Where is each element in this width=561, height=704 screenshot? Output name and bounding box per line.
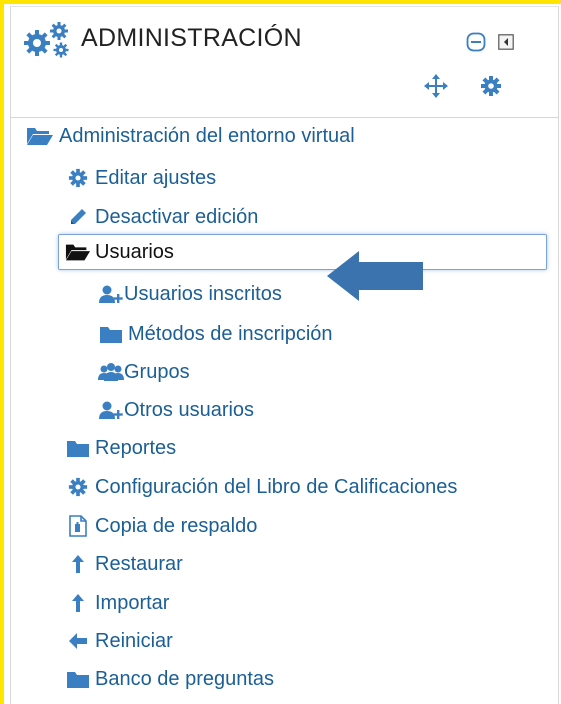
add-user-icon: [98, 283, 124, 305]
folder-open-icon: [65, 241, 91, 263]
block-header: ADMINISTRACIÓN: [11, 7, 558, 118]
menu-item-metodos-inscripcion[interactable]: Métodos de inscripción: [98, 318, 333, 350]
gear-icon: [65, 167, 91, 189]
gear-icon: [65, 476, 91, 498]
menu-item-desactivar-edicion[interactable]: Desactivar edición: [65, 201, 258, 233]
dock-icon[interactable]: [498, 34, 514, 50]
folder-icon: [98, 323, 124, 345]
folder-icon: [65, 437, 91, 459]
menu-item-label: Configuración del Libro de Calificacione…: [95, 475, 458, 498]
menu-item-reportes[interactable]: Reportes: [65, 432, 176, 464]
tree-root-label: Administración del entorno virtual: [59, 124, 355, 147]
menu-item-label: Reportes: [95, 436, 177, 459]
menu-item-label: Métodos de inscripción: [128, 322, 333, 345]
add-user-icon: [98, 399, 124, 421]
highlight-stripe-left: [0, 0, 4, 704]
menu-item-otros-usuarios[interactable]: Otros usuarios: [98, 394, 254, 426]
menu-item-banco-preguntas[interactable]: Banco de preguntas: [65, 663, 274, 695]
gears-icon: [24, 22, 69, 58]
menu-item-label: Copia de respaldo: [95, 514, 258, 537]
menu-item-editar-ajustes[interactable]: Editar ajustes: [65, 162, 216, 194]
menu-item-label: Importar: [95, 591, 170, 614]
menu-item-importar[interactable]: Importar: [65, 587, 169, 619]
folder-icon: [65, 668, 91, 690]
group-icon: [98, 361, 124, 383]
menu-item-copia-respaldo[interactable]: Copia de respaldo: [65, 510, 257, 542]
menu-item-restaurar[interactable]: Restaurar: [65, 548, 183, 580]
menu-item-label: Otros usuarios: [124, 398, 255, 421]
highlight-stripe-top: [0, 0, 561, 4]
menu-item-label: Banco de preguntas: [95, 667, 275, 690]
upload-arrow-icon: [65, 592, 91, 614]
menu-item-label: Usuarios: [95, 240, 174, 263]
tree-root-admin-entorno[interactable]: Administración del entorno virtual: [25, 120, 355, 152]
administration-block: ADMINISTRACIÓN Administración del entorn…: [10, 6, 559, 704]
pencil-icon: [65, 206, 91, 228]
menu-item-grupos[interactable]: Grupos: [98, 356, 190, 388]
menu-item-label: Desactivar edición: [95, 205, 259, 228]
menu-item-configuracion-libro[interactable]: Configuración del Libro de Calificacione…: [65, 471, 457, 503]
menu-item-reiniciar[interactable]: Reiniciar: [65, 625, 173, 657]
pointer-arrow-icon: [327, 251, 423, 301]
menu-item-label: Editar ajustes: [95, 166, 217, 189]
block-title: ADMINISTRACIÓN: [81, 24, 302, 52]
left-arrow-icon: [65, 630, 91, 652]
settings-gear-icon[interactable]: [480, 75, 502, 97]
menu-item-usuarios[interactable]: Usuarios: [58, 234, 547, 270]
menu-item-label: Restaurar: [95, 552, 183, 575]
upload-arrow-icon: [65, 553, 91, 575]
move-icon[interactable]: [424, 74, 448, 98]
menu-item-label: Usuarios inscritos: [124, 282, 282, 305]
menu-item-label: Reiniciar: [95, 629, 173, 652]
folder-open-icon: [25, 125, 55, 147]
menu-item-usuarios-inscritos[interactable]: Usuarios inscritos: [98, 278, 282, 310]
backup-file-icon: [65, 515, 91, 537]
menu-item-label: Grupos: [124, 360, 190, 383]
collapse-icon[interactable]: [466, 32, 486, 52]
